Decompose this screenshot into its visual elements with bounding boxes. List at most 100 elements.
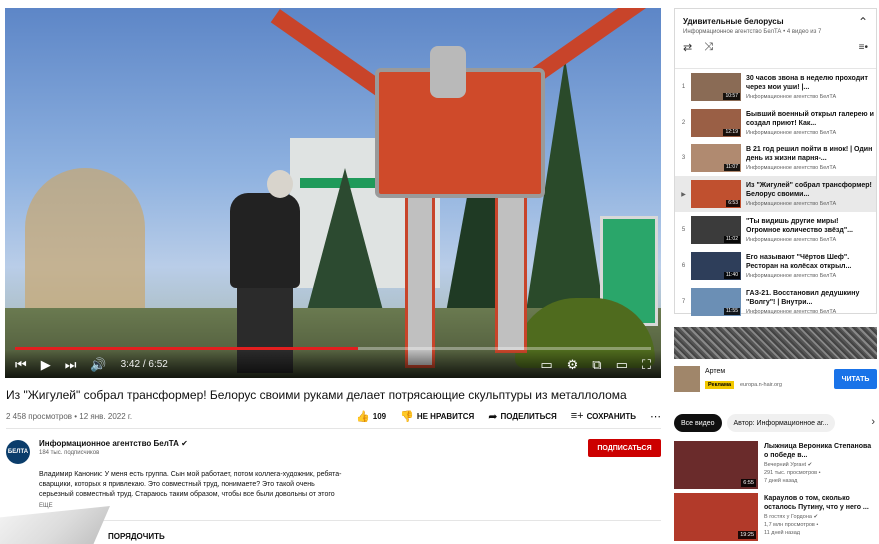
recommended-title[interactable]: Караулов о том, сколько осталось Путину,… [764, 494, 876, 512]
channel-subscriber-count: 184 тыс. подписчиков [39, 450, 100, 456]
video-frame-tree [305, 168, 385, 318]
video-duration: 12:19 [723, 128, 740, 136]
chevron-up-icon[interactable]: ⌃ [858, 15, 868, 29]
time-display: 3:42 / 6:52 [120, 358, 168, 370]
playlist-item[interactable]: 7 11:55 ГАЗ-21. Восстановил дедушкину "Вол… [675, 284, 876, 320]
playlist-item-index: ▶ [681, 191, 686, 198]
like-count: 109 [372, 411, 387, 421]
play-icon[interactable]: ▶ [41, 358, 51, 371]
playlist-item[interactable]: 5 11:02 "Ты видишь другие миры! Огромное к… [675, 212, 876, 248]
chip-all-videos[interactable]: Все видео [674, 414, 722, 432]
comments-sort-button[interactable]: ПОРЯДОЧИТЬ [108, 532, 165, 541]
playlist-item-index: 1 [681, 83, 686, 90]
video-duration: 11:40 [723, 271, 740, 279]
video-duration: 11:55 [723, 307, 740, 315]
playlist-item[interactable]: 6 11:40 Его называют "Чёртов Шеф". Рестора… [675, 248, 876, 284]
ad-banner-image[interactable] [674, 327, 877, 359]
video-player[interactable]: ⏮ ▶ ⏭ 🔊 3:42 / 6:52 ▭ ⚙ ⧉ ▭ ⛶ [5, 8, 661, 378]
dislike-button[interactable]: 👎 НЕ НРАВИТСЯ [400, 410, 474, 423]
subscribe-button[interactable]: ПОДПИСАТЬСЯ [588, 439, 661, 457]
playlist-subtitle: Информационное агентство БелТА • 4 видео… [683, 29, 822, 35]
playlist-items: 1 10:57 30 часов звона в неделю проходит ч… [675, 69, 876, 320]
playlist-item-title[interactable]: "Ты видишь другие миры! Огромное количес… [746, 217, 874, 235]
loop-icon[interactable]: ⇄ [683, 41, 692, 54]
subtitles-icon[interactable]: ▭ [540, 358, 552, 371]
show-more-link[interactable]: ЕЩЕ [39, 503, 53, 509]
playlist-item-title[interactable]: ГАЗ-21. Восстановил дедушкину "Волгу"! |… [746, 289, 874, 307]
playlist-title[interactable]: Удивительные белорусы [683, 17, 868, 26]
playlist-item-title[interactable]: Бывший военный открыл галерею и создал п… [746, 110, 874, 128]
ad-read-button[interactable]: ЧИТАТЬ [834, 369, 877, 389]
channel-name[interactable]: Информационное агентство БелТА ✔ [39, 439, 188, 448]
description-line: сварщики, которых я привлекаю. Это совме… [39, 481, 315, 488]
playlist-item[interactable]: 2 12:19 Бывший военный открыл галерею и со… [675, 105, 876, 141]
miniplayer-icon[interactable]: ⧉ [592, 358, 601, 371]
volume-icon[interactable]: 🔊 [90, 358, 106, 371]
recommended-video[interactable]: 6:55 Лыжница Вероника Степанова о победе… [674, 441, 879, 491]
add-to-playlist-icon: ≡+ [570, 410, 584, 422]
playlist-item-channel: Информационное агентство БелТА [746, 272, 837, 279]
playlist-menu-icon[interactable]: ≡• [859, 42, 868, 53]
video-title: Из "Жигулей" собрал трансформер! Белорус… [6, 388, 627, 402]
channel-row: БЕЛТА Информационное агентство БелТА ✔ 1… [6, 437, 661, 464]
recommended-views: 291 тыс. просмотров • [764, 470, 821, 476]
shuffle-icon[interactable]: ⤨ [704, 41, 713, 54]
ad-url: europa.n-hair.org [740, 382, 782, 388]
playlist-item[interactable]: 1 10:57 30 часов звона в неделю проходит ч… [675, 69, 876, 105]
chevron-right-icon[interactable]: › [871, 416, 875, 428]
playlist-item-index: 7 [681, 298, 686, 305]
video-duration: 19:25 [738, 531, 756, 539]
previous-icon[interactable]: ⏮ [15, 358, 27, 371]
playlist-item-title[interactable]: В 21 год решил пойти в инок! | Один день… [746, 145, 874, 163]
playlist-item-channel: Информационное агентство БелТА [746, 93, 837, 100]
playlist-item-title[interactable]: 30 часов звона в неделю проходит через м… [746, 74, 874, 92]
recommended-video[interactable]: 19:25 Караулов о том, сколько осталось П… [674, 493, 879, 543]
playlist-item-thumbnail[interactable]: 11:07 [691, 144, 741, 173]
robot-sculpture-head [430, 46, 466, 98]
recommended-thumbnail[interactable]: 6:55 [674, 441, 758, 489]
playlist-item-title[interactable]: Из "Жигулей" собрал трансформер! Белорус… [746, 181, 874, 199]
next-icon[interactable]: ⏭ [65, 358, 77, 371]
video-duration: 6:53 [726, 200, 740, 208]
fullscreen-icon[interactable]: ⛶ [642, 358, 651, 371]
chip-author[interactable]: Автор: Информационное аг... [726, 414, 836, 432]
video-stats: 2 458 просмотров • 12 янв. 2022 г. [6, 411, 133, 421]
description-line: Владимир Каноник: У меня есть группа. Сы… [39, 471, 342, 478]
save-button[interactable]: ≡+ СОХРАНИТЬ [571, 410, 636, 422]
playlist-item-thumbnail[interactable]: 10:57 [691, 72, 741, 101]
recommended-thumbnail[interactable]: 19:25 [674, 493, 758, 541]
playlist-item-index: 2 [681, 119, 686, 126]
playlist-item-thumbnail[interactable]: 12:19 [691, 108, 741, 137]
robot-sculpture-leg [405, 193, 435, 368]
playlist-item-index: 3 [681, 155, 686, 162]
video-duration: 10:57 [723, 92, 740, 100]
robot-sculpture-leg [495, 193, 527, 353]
playlist-item-thumbnail[interactable]: 11:55 [691, 287, 741, 316]
playlist-item-thumbnail[interactable]: 11:40 [691, 251, 741, 280]
like-button[interactable]: 👍 109 [356, 410, 386, 423]
description-line: серьезный совместный труд. Стараюсь таки… [39, 491, 335, 498]
more-actions-button[interactable]: ⋯ [650, 410, 661, 423]
more-icon: ⋯ [650, 410, 661, 423]
playlist-item-channel: Информационное агентство БелТА [746, 129, 837, 136]
theater-mode-icon[interactable]: ▭ [616, 358, 628, 371]
recommended-title[interactable]: Лыжница Вероника Степанова о победе в... [764, 442, 876, 460]
playlist-item-channel: Информационное агентство БелТА [746, 237, 837, 244]
playlist-item-channel: Информационное агентство БелТА [746, 201, 837, 208]
playlist-item-channel: Информационное агентство БелТА [746, 308, 837, 315]
playlist-item[interactable]: 3 11:07 В 21 год решил пойти в инок! | Оди… [675, 141, 876, 177]
ad-card[interactable]: Артем Реклама europa.n-hair.org ЧИТАТЬ [674, 364, 877, 396]
playlist-item-index: 6 [681, 262, 686, 269]
playlist-panel: Удивительные белорусы Информационное аге… [674, 8, 877, 316]
man-figure-body [230, 193, 300, 288]
ad-avatar [674, 366, 700, 392]
settings-icon[interactable]: ⚙ [567, 358, 579, 371]
channel-avatar[interactable]: БЕЛТА [6, 440, 30, 464]
share-label: ПОДЕЛИТЬСЯ [500, 411, 557, 421]
playlist-item[interactable]: ▶ 6:53 Из "Жигулей" собрал трансформер! Бе… [675, 176, 876, 213]
playlist-item-thumbnail[interactable]: 11:02 [691, 216, 741, 245]
playlist-item-thumbnail[interactable]: 6:53 [691, 180, 741, 209]
playlist-item-title[interactable]: Его называют "Чёртов Шеф". Ресторан на к… [746, 253, 874, 271]
share-button[interactable]: ➦ ПОДЕЛИТЬСЯ [488, 410, 556, 423]
player-controls: ⏮ ▶ ⏭ 🔊 3:42 / 6:52 ▭ ⚙ ⧉ ▭ ⛶ [5, 350, 661, 378]
